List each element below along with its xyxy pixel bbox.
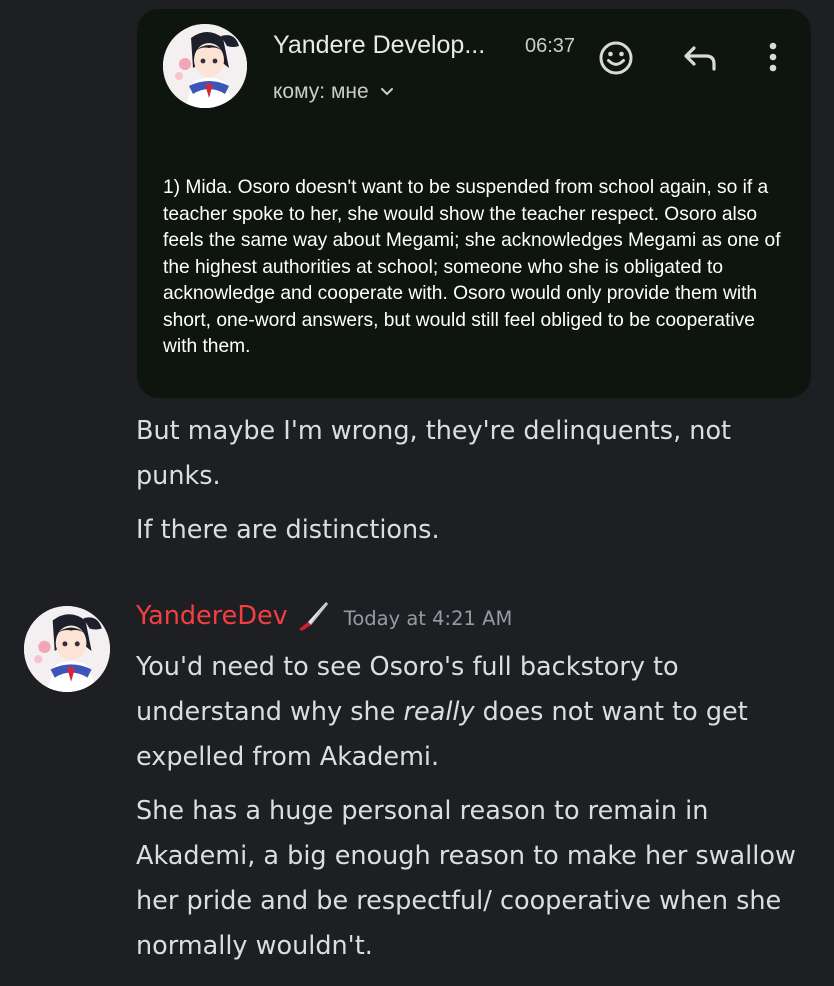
author-avatar[interactable] [24, 606, 110, 692]
message-header: YandereDev Today at 4:21 AM [136, 600, 512, 632]
chat-view: Yandere Develop... 06:37 кому: мне 1) Mi… [0, 0, 834, 986]
email-sender-name: Yandere Develop... [273, 31, 486, 59]
email-body-text: 1) Mida. Osoro doesn't want to be suspen… [163, 177, 781, 357]
email-recipient: кому: мне [273, 80, 369, 103]
emoji-icon[interactable] [598, 40, 634, 76]
email-screenshot-attachment[interactable]: Yandere Develop... 06:37 кому: мне 1) Mi… [137, 9, 811, 398]
email-time: 06:37 [525, 35, 576, 57]
chevron-down-icon [380, 88, 393, 96]
message-content: She has a huge personal reason to remain… [136, 796, 796, 961]
message-content: You'd need to see Osoro's full backstory… [136, 645, 816, 780]
message-content: If there are distinctions. [136, 515, 440, 545]
author-username[interactable]: YandereDev [136, 601, 288, 631]
emphasis-text: really [403, 697, 475, 727]
message-content: But maybe I'm wrong, they're delinquents… [136, 416, 732, 491]
sender-avatar [163, 24, 247, 108]
knife-icon [296, 600, 330, 632]
reply-icon[interactable] [682, 44, 722, 72]
email-recipient-toggle[interactable]: кому: мне [273, 80, 395, 104]
more-vert-icon[interactable] [765, 40, 781, 76]
message-timestamp[interactable]: Today at 4:21 AM [344, 603, 513, 630]
